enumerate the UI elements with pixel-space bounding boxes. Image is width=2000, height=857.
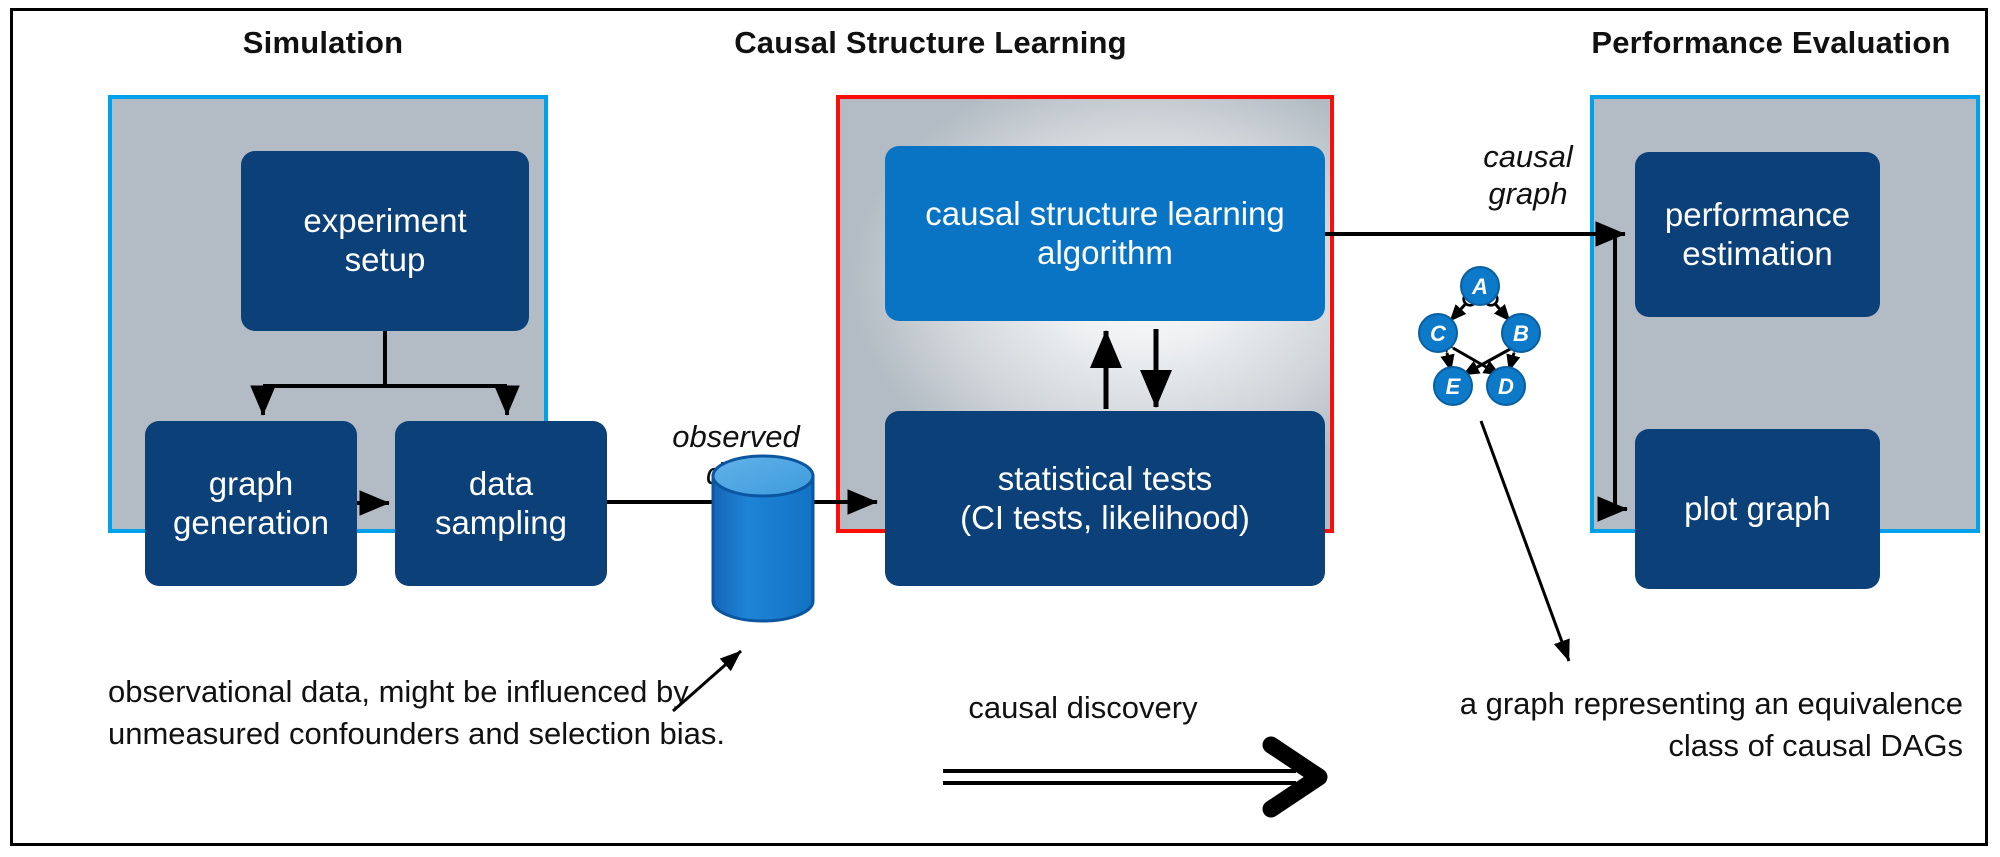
box-performance-estimation-label: performance estimation [1664,195,1851,272]
graph-node-D-label: D [1498,374,1514,399]
figure-frame: Simulation Causal Structure Learning Per… [10,8,1988,846]
graph-node-B-label: B [1513,321,1529,346]
box-data-sampling-label: data sampling [434,464,568,541]
graph-node-E-label: E [1446,374,1462,399]
box-causal-structure-learning-algorithm[interactable]: causal structure learning algorithm [885,146,1325,321]
graph-node-C [1418,313,1458,353]
graph-node-A-label: A [1471,274,1488,299]
box-experiment-setup[interactable]: experiment setup [241,151,529,331]
box-experiment-setup-label: experiment setup [303,202,467,278]
box-performance-estimation[interactable]: performance estimation [1635,152,1880,317]
label-causal-graph: causal graph [1483,139,1573,211]
box-plot-graph[interactable]: plot graph [1635,429,1880,589]
box-algorithm-label: causal structure learning algorithm [925,194,1285,271]
box-statistical-tests-label: statistical tests (CI tests, likelihood) [960,459,1250,536]
causal-graph-diagram: A C B E D [1418,266,1541,406]
pointer-graph-to-caption [1479,420,1571,662]
box-data-sampling[interactable]: data sampling [395,421,607,586]
caption-causal-discovery: causal discovery [968,690,1198,725]
graph-node-E [1433,366,1473,406]
graph-node-A [1460,266,1500,306]
column-title-causal-structure-learning: Causal Structure Learning [734,25,1127,60]
caption-observational-data: observational data, might be influenced … [108,674,725,752]
figure-canvas: Simulation Causal Structure Learning Per… [0,0,2000,857]
box-graph-generation[interactable]: graph generation [145,421,357,586]
column-title-simulation: Simulation [242,25,404,60]
label-observed-data: observed data [672,419,800,491]
graph-node-B [1501,313,1541,353]
graph-node-D [1486,366,1526,406]
caption-equivalence-class: a graph representing an equivalence clas… [1459,686,1963,764]
arrow-causal-discovery [943,736,1328,818]
box-statistical-tests[interactable]: statistical tests (CI tests, likelihood) [885,411,1325,586]
column-title-performance-evaluation: Performance Evaluation [1591,25,1951,60]
connector-algorithm-to-evaluation [1325,221,1628,522]
graph-node-C-label: C [1430,321,1447,346]
box-graph-generation-label: graph generation [173,464,329,541]
box-plot-graph-label: plot graph [1684,489,1831,527]
